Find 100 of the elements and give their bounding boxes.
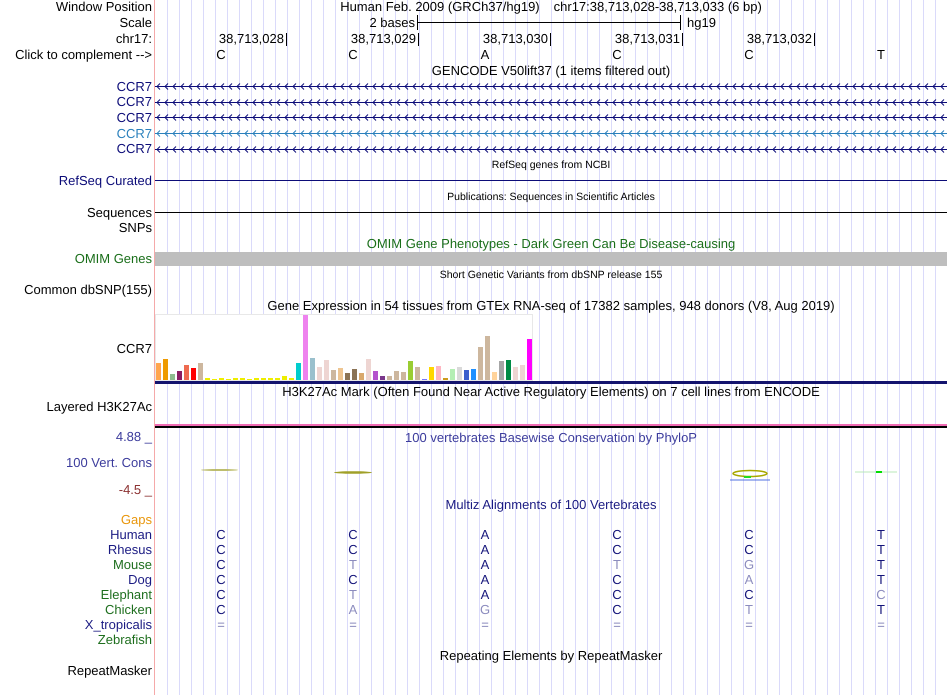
alignment-base: C (216, 588, 226, 602)
coordinate-label: 38,713,032 (746, 32, 812, 46)
track-label: OMIM Genes (74, 252, 152, 266)
gene-label[interactable]: CCR7 (116, 80, 152, 94)
ruler-tick (286, 32, 287, 46)
coordinate-label: 38,713,028 (218, 32, 284, 46)
expression-bar (387, 376, 392, 380)
track-label: Gaps (120, 513, 152, 528)
scale-length: 2 bases (369, 16, 415, 30)
alignment-base: T (877, 558, 885, 572)
assembly-name: hg19 (687, 16, 716, 30)
expression-bar (275, 378, 280, 380)
expression-bar (359, 372, 364, 380)
track-title: RefSeq genes from NCBI (492, 158, 610, 172)
expression-bar (457, 366, 462, 380)
alignment-base: A (744, 573, 754, 588)
expression-bar (156, 362, 161, 380)
alignment-base: C (216, 558, 226, 572)
expression-bar (471, 368, 476, 380)
expression-bar (408, 360, 413, 380)
expression-bar (394, 370, 399, 380)
track-label: Sequences (86, 206, 152, 220)
alignment-base: T (349, 588, 357, 602)
expression-bar (191, 368, 196, 380)
alignment-base: = (745, 618, 753, 632)
species-label: Zebrafish (98, 633, 152, 648)
track-label: RefSeq Curated (58, 174, 152, 188)
species-label: X_tropicalis (84, 618, 152, 632)
expression-bar (450, 368, 455, 380)
coordinate-label: 38,713,030 (482, 32, 548, 46)
expression-bar (177, 370, 182, 380)
expression-bar (478, 346, 483, 380)
expression-bar (170, 374, 175, 380)
alignment-base: = (877, 618, 885, 632)
track-label: CCR7 (116, 342, 152, 356)
alignment-base: C (216, 603, 226, 618)
track-title: Gene Expression in 54 tissues from GTEx RNA-seq of 17382 samples, 948 donors (V8, Aug 2019) (267, 298, 835, 313)
expression-bar (499, 360, 504, 380)
ruler-tick (682, 32, 683, 46)
track-label: SNPs (118, 221, 152, 236)
alignment-base: = (481, 618, 489, 632)
expression-bar (282, 376, 287, 380)
expression-bar (366, 358, 371, 380)
expression-bar (513, 366, 518, 380)
window-position-label: Window Position (56, 0, 152, 14)
gene-label[interactable]: CCR7 (116, 126, 152, 141)
conservation-mark (730, 470, 770, 480)
expression-bar (254, 378, 259, 380)
expression-bar (219, 378, 224, 380)
alignment-base: T (877, 603, 885, 618)
complement-label[interactable]: Click to complement --> (15, 48, 152, 62)
track-title: Short Genetic Variants from dbSNP release 155 (440, 268, 662, 282)
gene-label[interactable]: CCR7 (116, 95, 152, 110)
expression-bar (317, 366, 322, 380)
expression-bar (310, 358, 315, 380)
alignment-base: C (612, 528, 622, 542)
track-title: 100 vertebrates Basewise Conservation by PhyloP (405, 430, 697, 445)
alignment-base: C (612, 588, 622, 602)
track-label: Layered H3K27Ac (46, 400, 152, 414)
alignment-base: T (349, 558, 357, 572)
expression-bar (373, 370, 378, 380)
coordinate-label: 38,713,029 (350, 32, 416, 46)
track-label: 100 Vert. Cons (66, 456, 152, 470)
expression-bar (485, 336, 490, 380)
axis-max-label: 4.88 _ (116, 430, 152, 444)
base-letter: C (744, 48, 754, 62)
track-title: GENCODE V50lift37 (1 items filtered out) (432, 64, 670, 78)
expression-bar (443, 378, 448, 380)
axis-min-label: -4.5 _ (118, 482, 152, 497)
alignment-base: T (877, 528, 885, 542)
gene-label[interactable]: CCR7 (116, 110, 152, 125)
expression-bar (303, 314, 308, 380)
expression-bar (520, 364, 525, 380)
alignment-base: A (480, 573, 490, 588)
base-letter: C (216, 48, 226, 62)
base-letter: T (877, 48, 885, 62)
track-title: OMIM Gene Phenotypes - Dark Green Can Be Disease-causing (366, 236, 736, 251)
ruler-tick (550, 32, 551, 46)
gene-label[interactable]: CCR7 (116, 142, 152, 156)
species-label: Human (110, 528, 152, 542)
track-label: RepeatMasker (67, 664, 152, 678)
alignment-base: C (612, 603, 622, 618)
assembly-title: Human Feb. 2009 (GRCh37/hg19) (340, 0, 540, 14)
expression-bar (324, 360, 329, 380)
base-letter: C (612, 48, 622, 62)
alignment-base: T (745, 603, 753, 618)
species-label: Dog (128, 573, 152, 588)
alignment-base: C (216, 573, 226, 588)
track-title: Publications: Sequences in Scientific Articles (447, 190, 655, 204)
alignment-base: A (348, 603, 358, 618)
alignment-base: C (348, 528, 358, 542)
species-label: Elephant (100, 588, 152, 602)
alignment-base: A (480, 528, 490, 542)
expression-bar (429, 366, 434, 380)
species-label: Rhesus (108, 543, 152, 558)
ruler-tick (814, 32, 815, 46)
alignment-base: = (349, 618, 357, 632)
base-letter: A (480, 48, 490, 62)
expression-bar (268, 378, 273, 380)
expression-bar (289, 378, 294, 380)
